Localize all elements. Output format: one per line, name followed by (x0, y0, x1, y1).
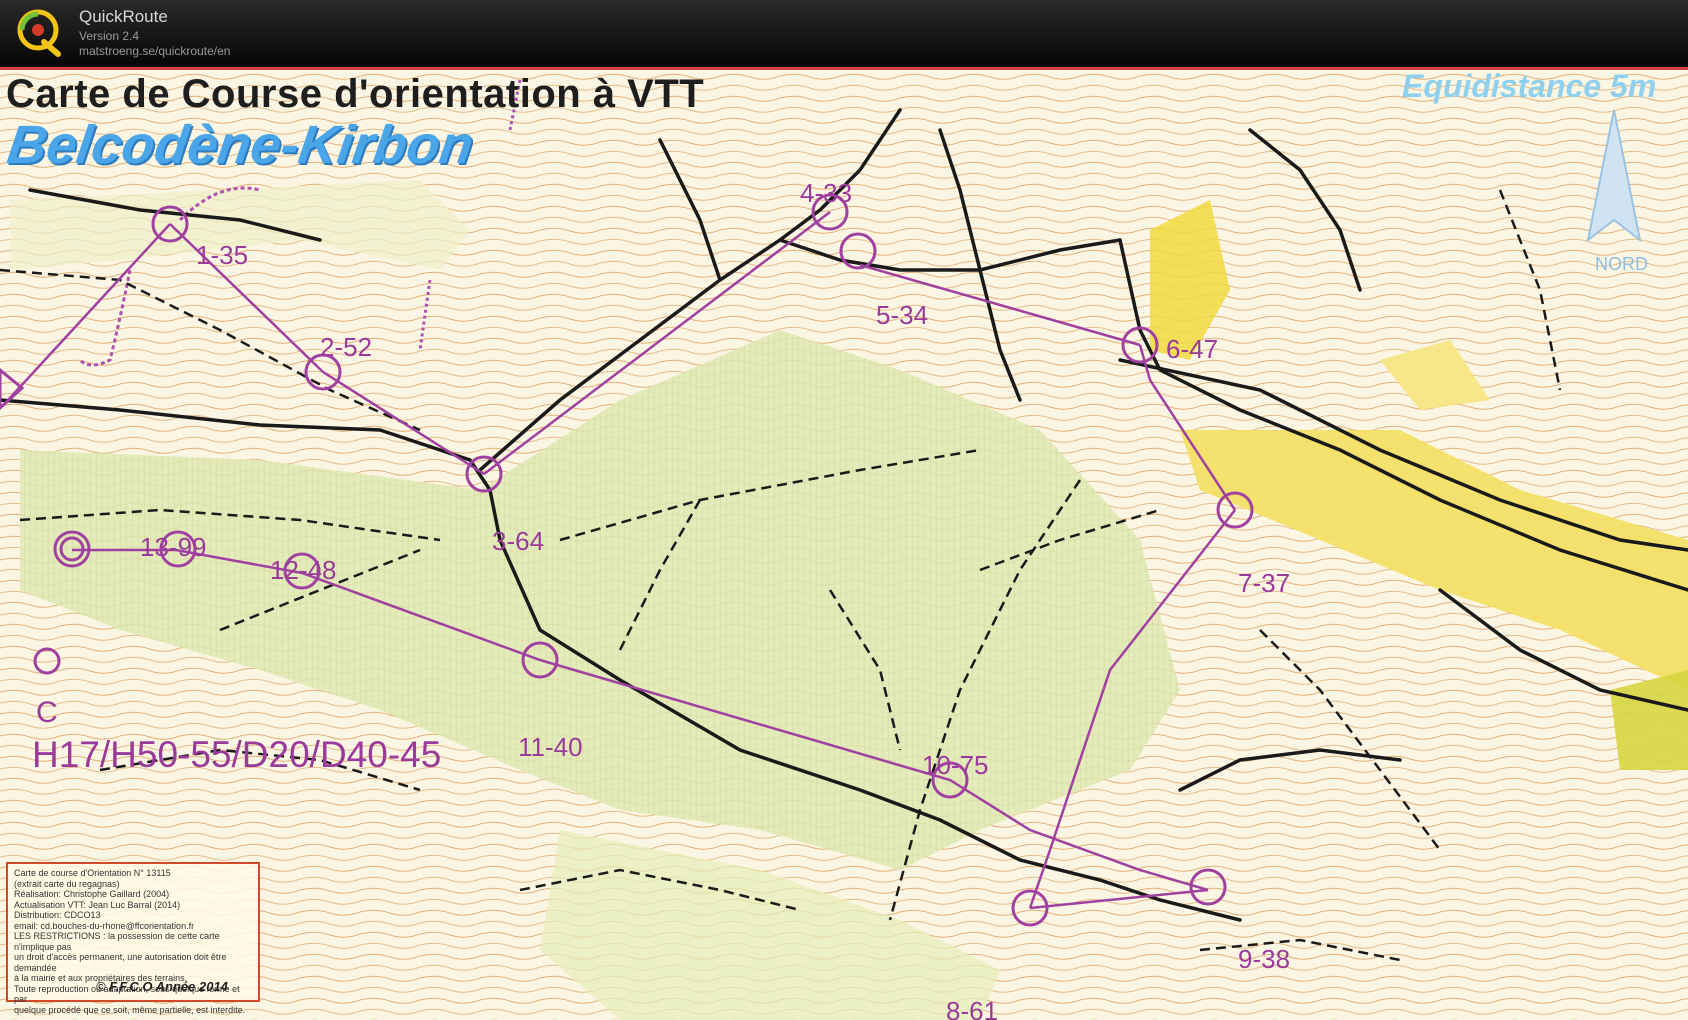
app-url[interactable]: matstroeng.se/quickroute/en (79, 44, 230, 58)
control-label: 5-34 (876, 300, 929, 330)
control-label: 11-40 (518, 732, 583, 762)
control-label: 13-99 (140, 532, 207, 562)
info-line: Carte de course d'Orientation N° 13115 (14, 868, 171, 878)
map-subtitle: Belcodène-Kirbon (3, 115, 478, 175)
info-line: Réalisation: Christophe Gaillard (2004) (14, 889, 170, 899)
app-name: QuickRoute (79, 7, 168, 26)
info-line: Distribution: CDCO13 (14, 910, 101, 920)
control-label: 3-64 (492, 526, 545, 556)
info-line: LES RESTRICTIONS : la possession de cett… (14, 931, 220, 952)
equidistance-label: Equidistance 5m (1402, 70, 1657, 104)
map-title: Carte de Course d'orientation à VTT (6, 72, 705, 116)
control-label: 12-48 (270, 555, 337, 585)
control-label: 1-35 (196, 240, 249, 270)
control-label: 4-33 (800, 178, 853, 208)
control-label: 6-47 (1166, 334, 1219, 364)
map-info-box: Carte de course d'Orientation N° 13115 (… (6, 862, 260, 1015)
course-letter: C (36, 696, 58, 729)
info-line: un droit d'accès permanent, une autorisa… (14, 952, 227, 973)
orienteering-map[interactable]: Carte de Course d'orientation à VTT Belc… (0, 70, 1688, 1020)
control-label: 7-37 (1238, 568, 1291, 598)
control-label: 8-61 (946, 996, 999, 1020)
control-label: 10-75 (922, 750, 989, 780)
course-classes: H17/H50-55/D20/D40-45 (32, 734, 442, 775)
north-label: NORD (1595, 254, 1648, 274)
info-line: Actualisation VTT: Jean Luc Barral (2014… (14, 899, 181, 910)
copyright: © F.F.C.O Année 2014 (96, 979, 228, 994)
quickroute-logo-icon (17, 9, 61, 57)
info-line: email: cd.bouches-du-rhone@ffcorientatio… (14, 920, 195, 931)
control-label: 2-52 (320, 332, 373, 362)
control-label: 9-38 (1238, 944, 1291, 974)
app-version: Version 2.4 (79, 29, 140, 43)
title-bar: QuickRoute Version 2.4 matstroeng.se/qui… (0, 0, 1688, 68)
info-line: quelque procédé que ce soit, même partie… (14, 1004, 246, 1015)
info-line: (extrait carte du regagnas) (14, 878, 120, 889)
